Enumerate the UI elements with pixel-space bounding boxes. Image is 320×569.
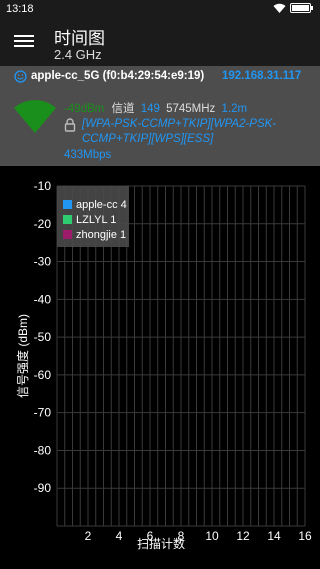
ap-signal-strength: -49dBm <box>64 103 105 115</box>
y-tick-label-8: -90 <box>34 481 52 495</box>
page-title: 时间图 <box>54 29 105 48</box>
ap-channel: 149 <box>140 103 160 115</box>
x-axis-title: 扫描计数 <box>137 536 185 551</box>
status-bar: 13:18 <box>0 0 320 18</box>
y-tick-label-3: -40 <box>34 292 52 306</box>
menu-icon[interactable] <box>14 32 34 50</box>
status-icons <box>273 2 314 14</box>
legend-label-2: zhongjie 1 <box>76 229 126 241</box>
ap-frequency: 5745MHz <box>166 103 216 115</box>
status-time: 13:18 <box>6 3 34 15</box>
access-point-card[interactable]: apple-cc_5G (f0:b4:29:54:e9:19) 192.168.… <box>0 66 320 166</box>
time-graph-chart: -10-20-30-40-50-60-70-80-902 4 6 8 10 12 14 16信… <box>15 179 312 551</box>
y-tick-label-7: -80 <box>34 443 52 457</box>
legend-swatch-0 <box>63 200 72 209</box>
legend-label-0: apple-cc 4 <box>76 199 127 211</box>
lock-icon <box>64 118 76 132</box>
legend-label-1: LZLYL 1 <box>76 214 116 226</box>
channel-label: 信道 <box>111 103 135 115</box>
ap-ip-address: 192.168.31.117 <box>222 70 302 82</box>
y-tick-label-2: -30 <box>34 255 52 269</box>
wifi-signal-icon <box>14 100 56 133</box>
smiley-icon <box>14 70 27 83</box>
ap-link-speed: 433Mbps <box>64 149 112 161</box>
x-tick-label-7: 16 <box>298 529 312 543</box>
battery-icon <box>290 3 313 13</box>
y-tick-label-0: -10 <box>34 179 52 193</box>
legend-swatch-2 <box>63 230 72 239</box>
y-tick-label-1: -20 <box>34 217 52 231</box>
x-tick-label-6: 14 <box>267 529 281 543</box>
ap-details: -49dBm 信道 149 5745MHz 1.2m <box>64 100 247 116</box>
y-tick-label-6: -70 <box>34 406 52 420</box>
ap-security: [WPA-PSK-CCMP+TKIP][WPA2-PSK-CCMP+TKIP][… <box>82 118 277 145</box>
x-tick-label-1: 4 <box>116 529 123 543</box>
ap-distance: 1.2m <box>221 103 248 115</box>
x-tick-label-0: 2 <box>85 529 92 543</box>
app-bar: 时间图 2.4 GHz <box>0 18 320 66</box>
legend-swatch-1 <box>63 215 72 224</box>
y-tick-label-4: -50 <box>34 330 52 344</box>
band-subtitle: 2.4 GHz <box>54 47 102 62</box>
ap-header: apple-cc_5G (f0:b4:29:54:e9:19) <box>14 70 204 83</box>
y-tick-label-5: -60 <box>34 368 52 382</box>
x-tick-label-5: 12 <box>236 529 250 543</box>
wifi-status-icon <box>273 3 286 13</box>
y-axis-title: 信号强度 (dBm) <box>15 314 30 398</box>
ap-ssid: apple-cc_5G (f0:b4:29:54:e9:19) <box>31 70 205 82</box>
x-tick-label-4: 10 <box>205 529 219 543</box>
